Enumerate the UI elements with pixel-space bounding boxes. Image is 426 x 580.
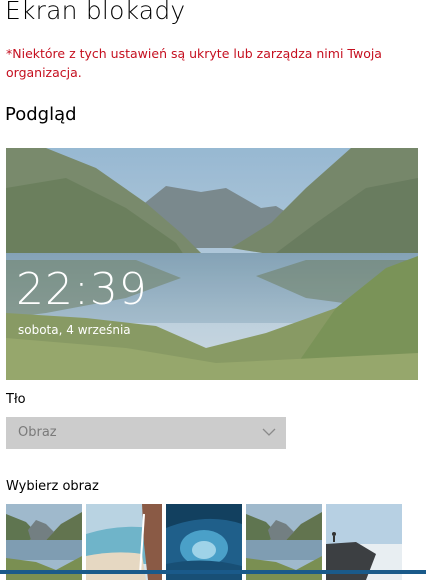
- organization-notice: *Niektóre z tych ustawień są ukryte lub …: [6, 46, 382, 80]
- ice-cave-image: [166, 504, 242, 580]
- lock-screen-preview: 22:39 sobota, 4 września: [6, 148, 418, 380]
- thumbnail-rock-arch-beach[interactable]: [86, 504, 162, 580]
- thumbnail-mountain-lake-2[interactable]: [246, 504, 322, 580]
- hiker-cliff-image: [326, 504, 402, 580]
- rock-arch-beach-image: [86, 504, 162, 580]
- image-thumbnails: [6, 504, 426, 580]
- preview-heading: Podgląd: [5, 104, 77, 125]
- preview-date: sobota, 4 września: [18, 323, 131, 337]
- mountain-lake-image: [6, 504, 82, 580]
- thumbnail-ice-cave[interactable]: [166, 504, 242, 580]
- chevron-down-icon: [262, 428, 276, 436]
- taskbar-edge: [0, 570, 426, 574]
- page-title: Ekran blokady: [5, 0, 186, 25]
- choose-image-label: Wybierz obraz: [6, 479, 99, 494]
- thumbnail-hiker-cliff[interactable]: [326, 504, 402, 580]
- thumbnail-mountain-lake[interactable]: [6, 504, 82, 580]
- background-dropdown[interactable]: Obraz: [6, 417, 286, 449]
- preview-clock: 22:39: [16, 264, 148, 315]
- background-dropdown-value: Obraz: [18, 425, 57, 440]
- mountain-lake-image: [246, 504, 322, 580]
- background-label: Tło: [6, 392, 26, 407]
